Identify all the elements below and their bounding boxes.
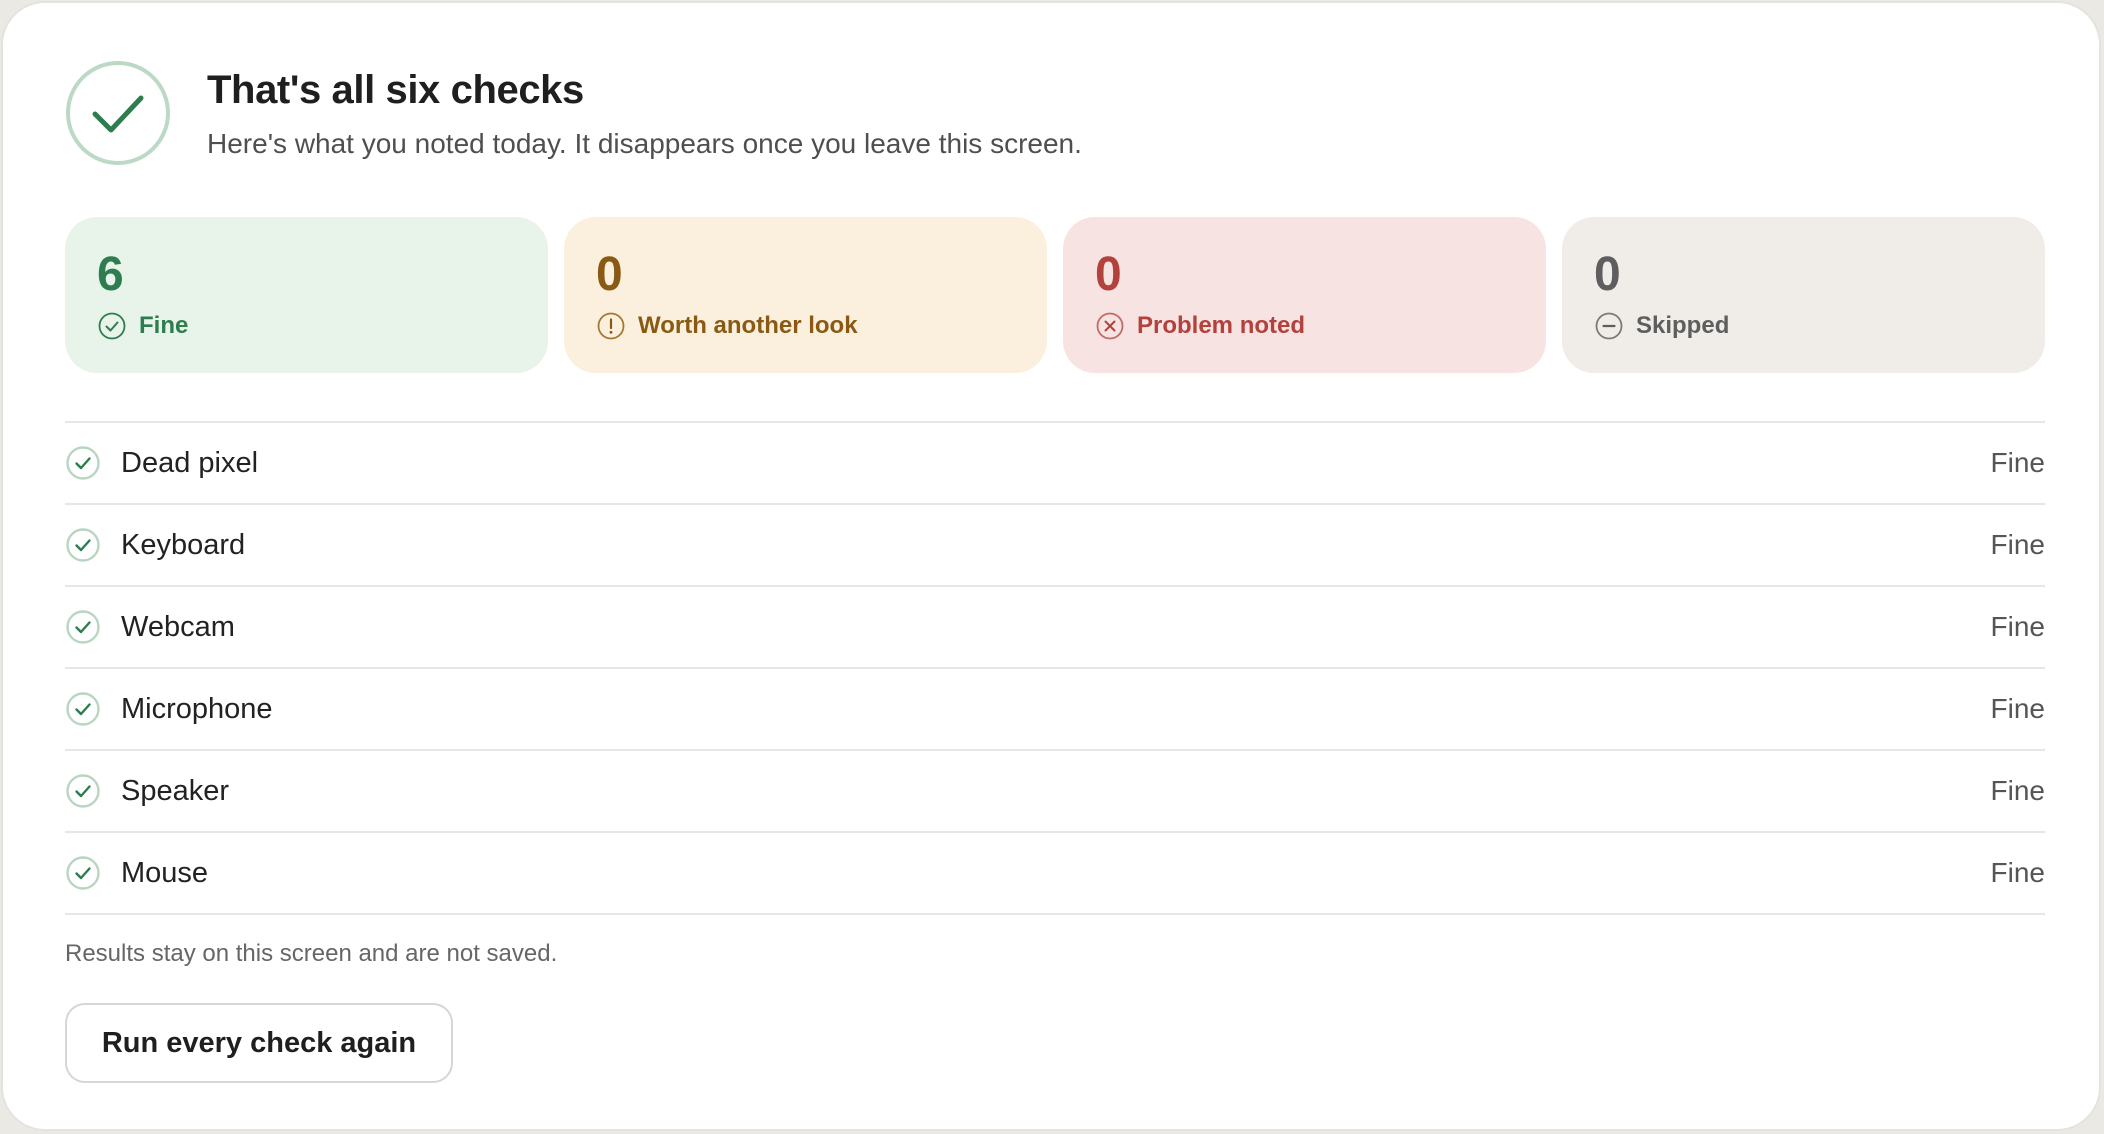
check-status: Fine	[1990, 857, 2045, 888]
check-circle-icon	[66, 61, 170, 165]
run-again-button[interactable]: Run every check again	[65, 1003, 453, 1083]
results-list: Dead pixel Fine Keyboard Fine Webcam Fin…	[65, 421, 2045, 915]
stat-worth-another-look: 0 Worth another look	[564, 217, 1047, 373]
list-item: Microphone Fine	[65, 669, 2045, 751]
stat-skipped-count: 0	[1594, 248, 1621, 301]
x-circle-icon	[1096, 312, 1124, 340]
list-item: Mouse Fine	[65, 833, 2045, 915]
check-circle-icon	[66, 692, 100, 726]
check-status: Fine	[1990, 611, 2045, 642]
check-circle-icon	[66, 856, 100, 890]
page-subtitle: Here's what you noted today. It disappea…	[207, 128, 1082, 159]
stat-look-count: 0	[596, 248, 623, 301]
check-status: Fine	[1990, 775, 2045, 806]
check-status: Fine	[1990, 529, 2045, 560]
list-item: Dead pixel Fine	[65, 423, 2045, 505]
stat-problem-label: Problem noted	[1137, 312, 1306, 339]
summary-stats: 6 Fine 0 Worth another look 0 Problem no…	[65, 217, 2045, 373]
check-circle-icon	[66, 774, 100, 808]
check-name: Dead pixel	[121, 446, 259, 479]
stat-skipped: 0 Skipped	[1562, 217, 2045, 373]
list-item: Keyboard Fine	[65, 505, 2045, 587]
check-name: Webcam	[121, 610, 235, 643]
list-item: Speaker Fine	[65, 751, 2045, 833]
check-status: Fine	[1990, 447, 2045, 478]
stat-problem-count: 0	[1095, 248, 1122, 301]
check-circle-icon	[66, 528, 100, 562]
stat-look-label: Worth another look	[638, 312, 858, 339]
check-name: Keyboard	[121, 528, 246, 561]
check-name: Speaker	[121, 774, 230, 807]
stat-fine-count: 6	[97, 248, 124, 301]
results-card: That's all six checks Here's what you no…	[1, 1, 2101, 1131]
stat-problem-noted: 0 Problem noted	[1063, 217, 1546, 373]
stat-fine: 6 Fine	[65, 217, 548, 373]
check-name: Mouse	[121, 856, 209, 889]
check-circle-icon	[66, 446, 100, 480]
stat-fine-label: Fine	[139, 312, 189, 339]
page-title: That's all six checks	[207, 68, 584, 112]
stat-skipped-label: Skipped	[1636, 312, 1730, 339]
check-circle-icon	[66, 610, 100, 644]
privacy-note: Results stay on this screen and are not …	[65, 940, 558, 967]
check-name: Microphone	[121, 692, 273, 725]
results-header: That's all six checks Here's what you no…	[65, 60, 1082, 166]
exclamation-circle-icon	[597, 312, 625, 340]
check-status: Fine	[1990, 693, 2045, 724]
minus-circle-icon	[1595, 312, 1623, 340]
check-circle-icon	[98, 312, 126, 340]
list-item: Webcam Fine	[65, 587, 2045, 669]
